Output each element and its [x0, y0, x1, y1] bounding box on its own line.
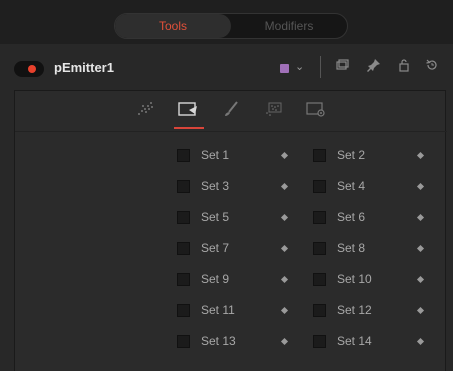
set-8-checkbox[interactable] [313, 242, 326, 255]
active-subtab-indicator [174, 127, 204, 129]
set-6-label: Set 6 [337, 210, 366, 224]
tool-color-swatch[interactable] [280, 64, 289, 73]
set-row: Set 1 Set 2 [15, 143, 447, 169]
keyframe-diamond-icon[interactable] [416, 244, 425, 253]
set-row: Set 3 Set 4 [15, 174, 447, 200]
keyframe-diamond-icon[interactable] [280, 306, 289, 315]
tool-enable-toggle[interactable] [14, 61, 44, 77]
pin-icon[interactable] [366, 58, 382, 74]
sets-icon[interactable] [263, 99, 285, 119]
set-row: Set 5 Set 6 [15, 205, 447, 231]
set-9-label: Set 9 [201, 272, 230, 286]
top-bar: Tools Modifiers [0, 0, 453, 44]
set-3-checkbox[interactable] [177, 180, 190, 193]
set-row: Set 7 Set 8 [15, 236, 447, 262]
inspector-panel: Set 1 Set 2 Set 3 Set 4 Set 5 Set 6 Set … [14, 90, 447, 371]
set-2-label: Set 2 [337, 148, 366, 162]
set-10-label: Set 10 [337, 272, 372, 286]
set-10-checkbox[interactable] [313, 273, 326, 286]
set-row: Set 13 Set 14 [15, 329, 447, 355]
set-14-checkbox[interactable] [313, 335, 326, 348]
keyframe-diamond-icon[interactable] [416, 306, 425, 315]
keyframe-diamond-icon[interactable] [416, 275, 425, 284]
keyframe-diamond-icon[interactable] [280, 244, 289, 253]
set-12-label: Set 12 [337, 303, 372, 317]
set-8-label: Set 8 [337, 241, 366, 255]
lock-icon[interactable] [396, 58, 412, 74]
set-13-label: Set 13 [201, 334, 236, 348]
divider [320, 56, 321, 78]
set-1-label: Set 1 [201, 148, 230, 162]
set-row: Set 9 Set 10 [15, 267, 447, 293]
set-6-checkbox[interactable] [313, 211, 326, 224]
keyframe-diamond-icon[interactable] [416, 182, 425, 191]
set-2-checkbox[interactable] [313, 149, 326, 162]
tab-tools[interactable]: Tools [115, 14, 231, 38]
set-14-label: Set 14 [337, 334, 372, 348]
tools-modifiers-tabs: Tools Modifiers [114, 13, 348, 39]
set-4-label: Set 4 [337, 179, 366, 193]
set-1-checkbox[interactable] [177, 149, 190, 162]
subtab-bar [15, 91, 447, 132]
keyframe-diamond-icon[interactable] [280, 213, 289, 222]
tool-name: pEmitter1 [54, 60, 114, 75]
keyframe-diamond-icon[interactable] [416, 213, 425, 222]
keyframe-diamond-icon[interactable] [416, 337, 425, 346]
keyframe-diamond-icon[interactable] [280, 337, 289, 346]
set-11-checkbox[interactable] [177, 304, 190, 317]
chevron-down-icon[interactable]: ⌄ [295, 60, 304, 73]
set-5-checkbox[interactable] [177, 211, 190, 224]
keyframe-diamond-icon[interactable] [280, 275, 289, 284]
keyframe-diamond-icon[interactable] [416, 151, 425, 160]
reset-icon[interactable] [424, 58, 440, 74]
particle-controls-icon[interactable] [134, 99, 156, 119]
set-7-checkbox[interactable] [177, 242, 190, 255]
tab-modifiers[interactable]: Modifiers [231, 14, 347, 38]
keyframe-diamond-icon[interactable] [280, 151, 289, 160]
set-7-label: Set 7 [201, 241, 230, 255]
set-13-checkbox[interactable] [177, 335, 190, 348]
versions-icon[interactable] [334, 58, 350, 74]
style-icon[interactable] [220, 99, 242, 119]
set-12-checkbox[interactable] [313, 304, 326, 317]
set-row: Set 11 Set 12 [15, 298, 447, 324]
set-3-label: Set 3 [201, 179, 230, 193]
enabled-dot-icon [28, 65, 36, 73]
settings-icon[interactable] [305, 99, 327, 119]
set-9-checkbox[interactable] [177, 273, 190, 286]
set-4-checkbox[interactable] [313, 180, 326, 193]
set-11-label: Set 11 [201, 303, 235, 317]
keyframe-diamond-icon[interactable] [280, 182, 289, 191]
region-icon[interactable] [177, 99, 199, 119]
set-5-label: Set 5 [201, 210, 230, 224]
